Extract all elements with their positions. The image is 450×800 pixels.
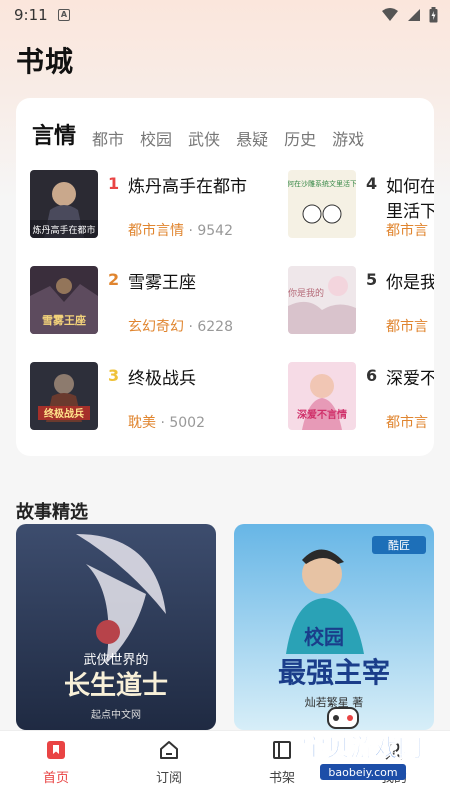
- svg-text:如何在沙雕系统文里活下去: 如何在沙雕系统文里活下去: [288, 179, 356, 188]
- svg-text:你是我的: 你是我的: [288, 287, 324, 299]
- wifi-icon: [382, 8, 398, 21]
- svg-text:baobeiy.com: baobeiy.com: [328, 766, 397, 779]
- status-icons: [381, 7, 438, 23]
- book-title: 深爱不: [386, 369, 434, 389]
- svg-text:终极战兵: 终极战兵: [44, 407, 84, 420]
- tab-game[interactable]: 游戏: [332, 126, 364, 150]
- book-title-line2: 里活下: [386, 202, 434, 222]
- status-bar: 9:11 A: [0, 0, 450, 32]
- tab-mystery[interactable]: 悬疑: [236, 126, 268, 150]
- tab-history[interactable]: 历史: [284, 126, 316, 150]
- svg-text:最强主宰: 最强主宰: [278, 656, 390, 689]
- book-cover: 如何在沙雕系统文里活下去: [288, 170, 356, 238]
- tab-romance[interactable]: 言情: [32, 118, 76, 150]
- svg-text:长生道士: 长生道士: [64, 670, 168, 701]
- svg-text:起点中文网: 起点中文网: [91, 708, 141, 721]
- category-tabs: 言情 都市 校园 武侠 悬疑 历史 游戏: [32, 118, 364, 150]
- book-title: 你是我: [386, 273, 434, 293]
- book-cover: 终极战兵: [30, 362, 98, 430]
- svg-text:酷匠: 酷匠: [388, 539, 410, 552]
- book-title: 如何在: [386, 177, 434, 197]
- bookmark-icon: [47, 741, 65, 759]
- book-meta: 都市言: [386, 415, 428, 431]
- book-title: 雪雾王座: [128, 273, 196, 293]
- signal-icon: [408, 9, 420, 21]
- book-meta: 耽美 · 5002: [128, 415, 205, 431]
- rank-number: 5: [366, 270, 378, 289]
- svg-text:宝贝游戏网: 宝贝游戏网: [302, 734, 422, 762]
- nav-subscribe[interactable]: 订阅: [139, 739, 199, 786]
- watermark-logo: 宝贝游戏网 baobeiy.com: [280, 706, 445, 786]
- nav-label: 订阅: [155, 771, 182, 786]
- story-card-1[interactable]: 武侠世界的 长生道士 起点中文网: [16, 524, 216, 730]
- book-meta: 都市言: [386, 223, 428, 239]
- rank-number: 6: [366, 366, 378, 385]
- page-title: 书城: [16, 45, 75, 78]
- status-time: 9:11: [14, 6, 48, 24]
- book-item-2[interactable]: 雪雾王座 2 雪雾王座 玄幻奇幻 · 6228: [30, 266, 330, 335]
- rank-number: 3: [108, 366, 120, 385]
- section-title-story-picks: 故事精选: [16, 502, 88, 523]
- book-title: 终极战兵: [128, 369, 196, 389]
- book-cover: 深爱不言情: [288, 362, 356, 430]
- book-item-5[interactable]: 你是我的 5 你是我 都市言: [288, 266, 434, 335]
- svg-text:深爱不言情: 深爱不言情: [297, 408, 347, 421]
- rank-number: 1: [108, 174, 120, 193]
- book-meta: 都市言情 · 9542: [128, 223, 233, 239]
- rank-number: 4: [366, 174, 378, 193]
- svg-text:雪雾王座: 雪雾王座: [42, 313, 86, 327]
- book-meta: 玄幻奇幻 · 6228: [128, 319, 233, 335]
- battery-icon: [429, 7, 438, 23]
- book-title: 炼丹高手在都市: [128, 177, 247, 197]
- svg-text:校园: 校园: [304, 625, 344, 649]
- book-meta: 都市言: [386, 319, 428, 335]
- book-item-4[interactable]: 如何在沙雕系统文里活下去 4 如何在 里活下 都市言: [288, 170, 434, 239]
- tab-wuxia[interactable]: 武侠: [188, 126, 220, 150]
- book-cover: 雪雾王座: [30, 266, 98, 334]
- nav-home[interactable]: 首页: [26, 739, 86, 786]
- book-cover: 你是我的: [288, 266, 356, 334]
- tab-urban[interactable]: 都市: [92, 126, 124, 150]
- notification-app-icon: A: [58, 9, 70, 21]
- rank-number: 2: [108, 270, 120, 289]
- ranking-card: 言情 都市 校园 武侠 悬疑 历史 游戏 炼丹高手在都市 1 炼丹高手在都市 都…: [16, 98, 434, 456]
- nav-label: 首页: [42, 771, 69, 786]
- book-item-3[interactable]: 终极战兵 3 终极战兵 耽美 · 5002: [30, 362, 330, 431]
- home-icon: [160, 741, 178, 759]
- book-item-1[interactable]: 炼丹高手在都市 1 炼丹高手在都市 都市言情 · 9542: [30, 170, 330, 239]
- svg-text:武侠世界的: 武侠世界的: [83, 652, 148, 668]
- story-card-2[interactable]: 酷匠 校园 最强主宰 灿若繁星 著: [234, 524, 434, 730]
- book-cover: 炼丹高手在都市: [30, 170, 98, 238]
- svg-text:炼丹高手在都市: 炼丹高手在都市: [32, 224, 95, 236]
- tab-campus[interactable]: 校园: [140, 126, 172, 150]
- book-item-6[interactable]: 深爱不言情 6 深爱不 都市言: [288, 362, 434, 431]
